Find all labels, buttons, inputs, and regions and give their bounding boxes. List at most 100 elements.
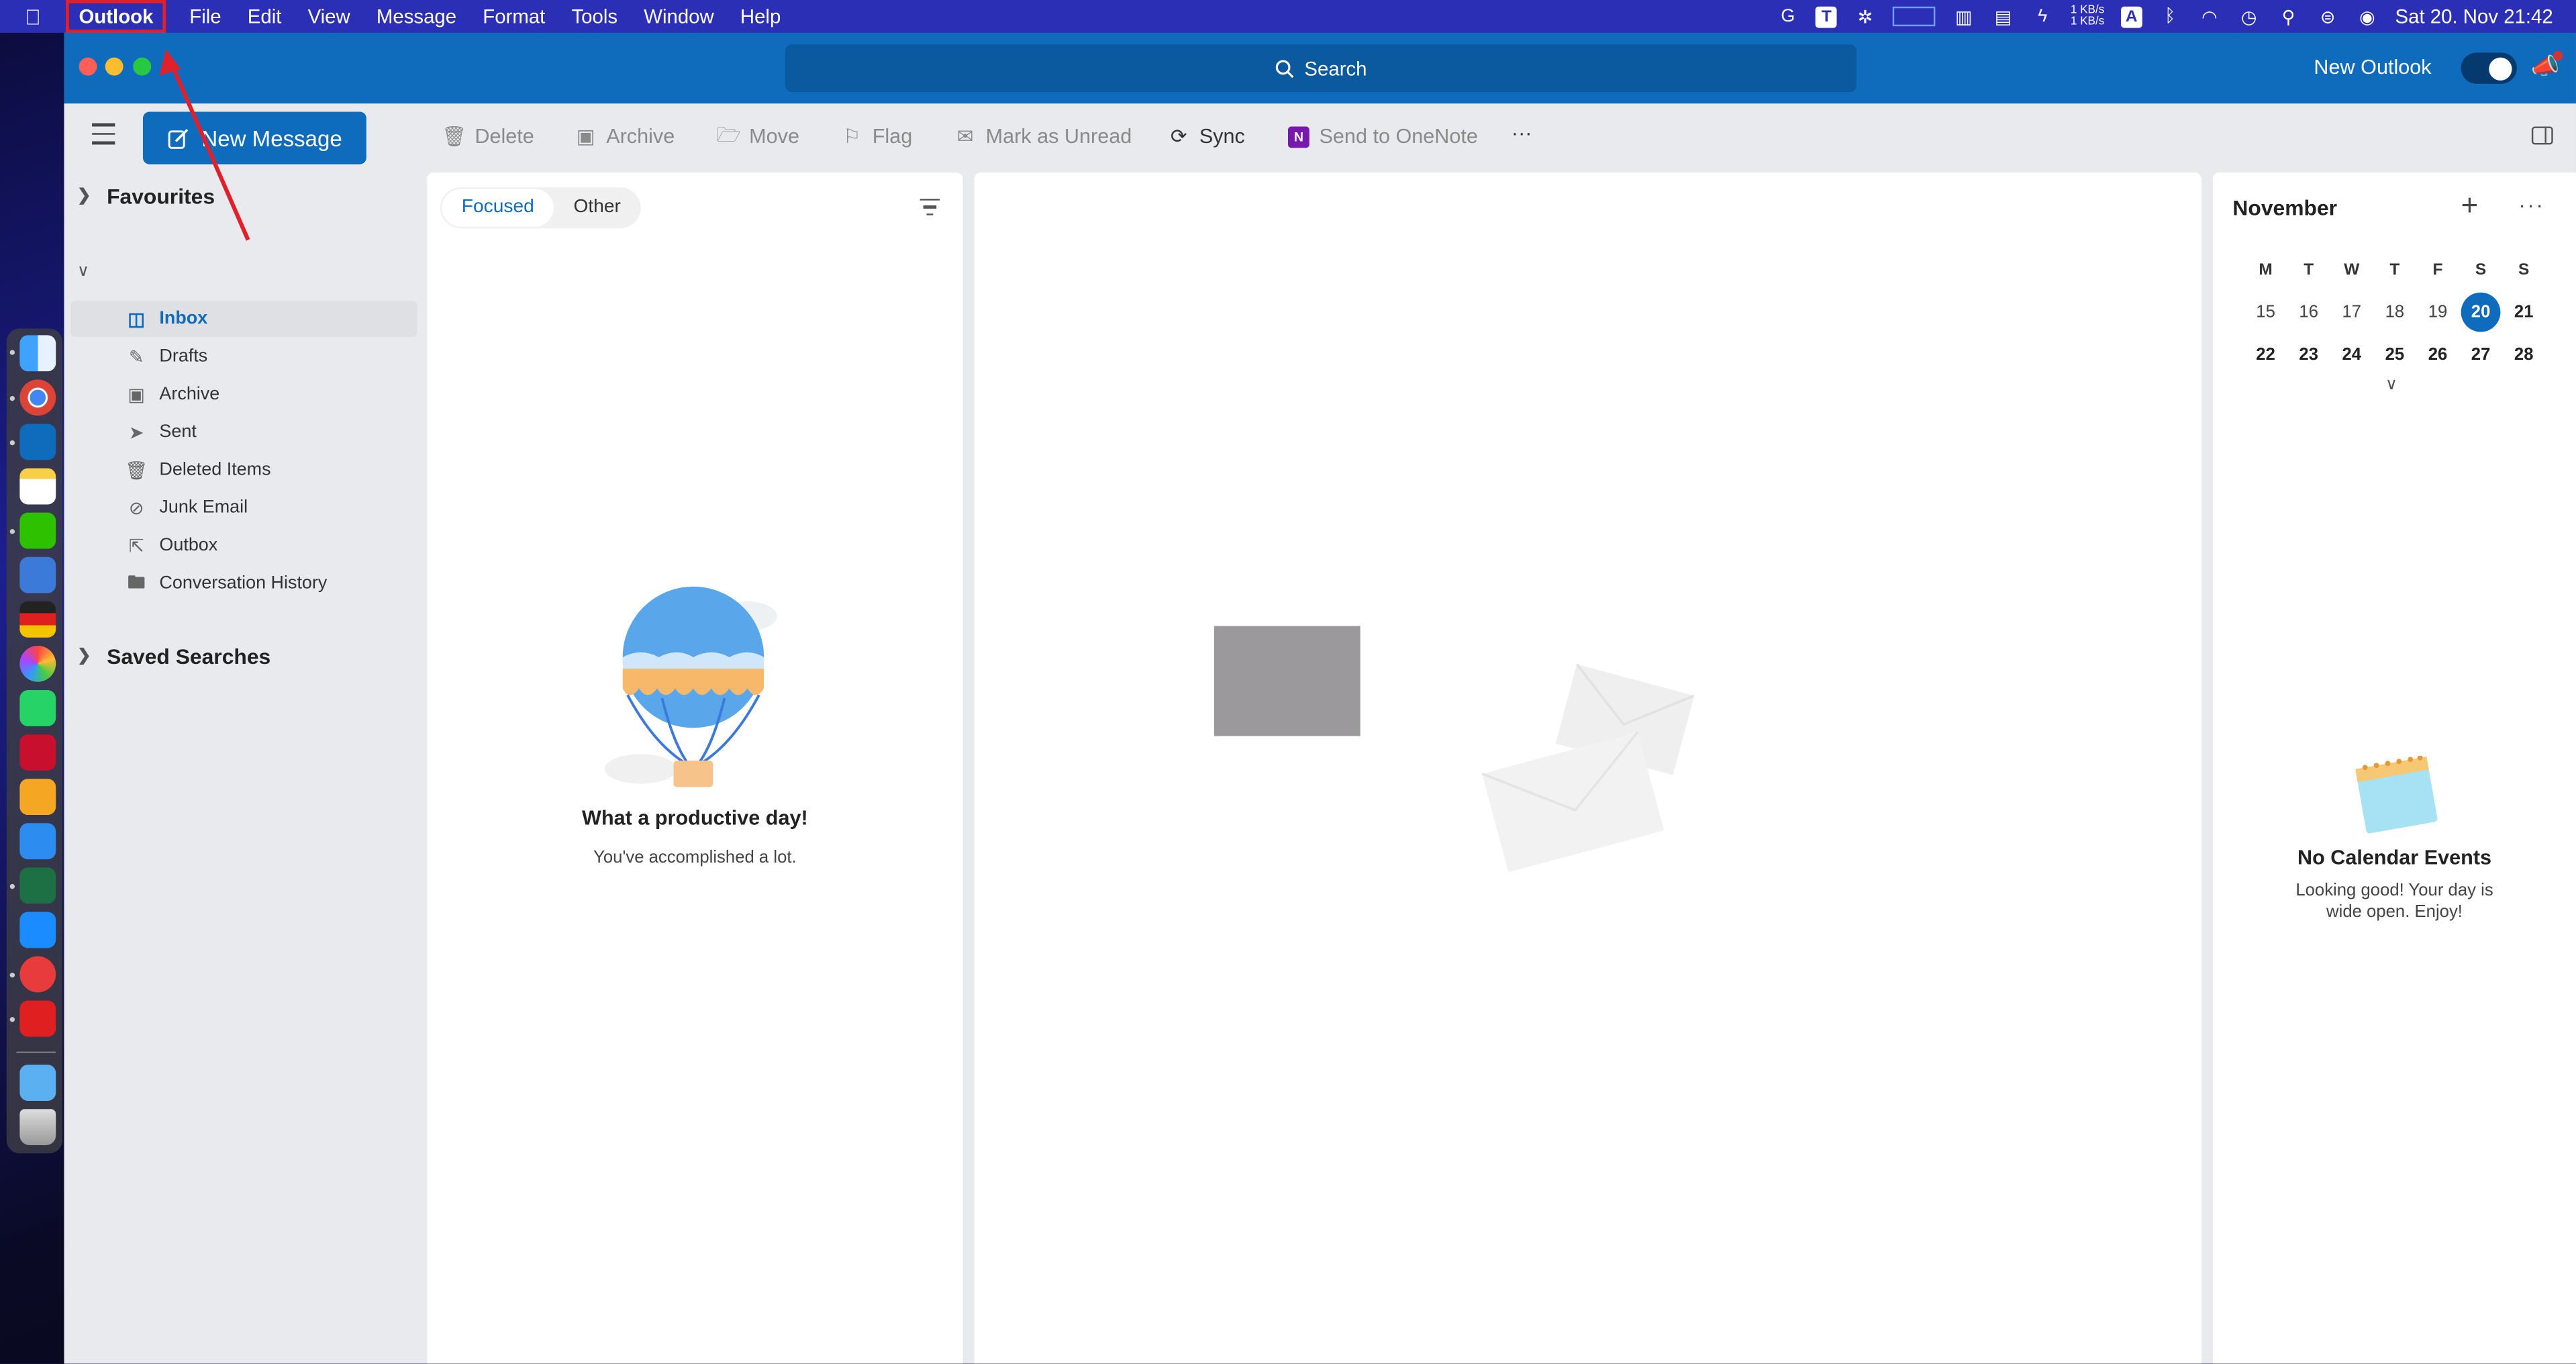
menu-format[interactable]: Format: [470, 5, 558, 28]
app-store-icon[interactable]: [19, 912, 56, 948]
memory-icon[interactable]: ▥: [1952, 7, 1975, 27]
calendar-more-icon[interactable]: ···: [2518, 192, 2544, 217]
folder-inbox[interactable]: ◫ Inbox: [70, 300, 417, 337]
trash-icon: 🗑: [125, 460, 148, 481]
calendar-week-row: 15 16 17 18 19 20 21: [2244, 291, 2563, 334]
wifi-icon[interactable]: ◠: [2198, 7, 2221, 27]
mark-as-unread-button[interactable]: ✉ Mark as Unread: [954, 125, 1132, 148]
tab-other[interactable]: Other: [554, 189, 640, 226]
disk-icon[interactable]: ▤: [1991, 7, 2014, 27]
trash-icon[interactable]: [19, 1109, 56, 1146]
calendar-day[interactable]: 19: [2416, 302, 2459, 322]
weekday-header: T: [2303, 260, 2314, 279]
calendar-day[interactable]: 24: [2330, 345, 2373, 364]
notes-icon[interactable]: [19, 468, 56, 505]
new-outlook-toggle[interactable]: [2461, 52, 2517, 84]
bluetooth-icon[interactable]: ᛒ: [2159, 7, 2181, 26]
calendar-day[interactable]: 27: [2459, 345, 2502, 364]
pdf-app-icon[interactable]: [19, 734, 56, 771]
folder-sent[interactable]: ➤ Sent: [70, 414, 417, 450]
cpu-graph-icon[interactable]: [1893, 6, 1936, 27]
focused-other-pivot: Focused Other: [440, 187, 641, 229]
calendar-day[interactable]: 18: [2373, 302, 2416, 322]
search-bar[interactable]: Search: [785, 44, 1856, 93]
pen-app-icon[interactable]: [19, 823, 56, 860]
new-outlook-label: New Outlook: [2314, 56, 2432, 79]
calendar-day[interactable]: 28: [2502, 345, 2545, 364]
time-machine-icon[interactable]: ◷: [2238, 7, 2261, 27]
weekday-header: M: [2259, 260, 2273, 279]
account-chevron-down-icon[interactable]: ∨: [77, 263, 89, 281]
calendar-day[interactable]: 17: [2330, 302, 2373, 322]
search-icon: [1275, 59, 1294, 77]
folder-label: Outbox: [159, 535, 218, 556]
translator-icon[interactable]: [19, 601, 56, 638]
clock[interactable]: Sat 20. Nov 21:42: [2395, 5, 2553, 28]
bolt-icon[interactable]: ϟ: [2031, 7, 2054, 26]
calendar-day[interactable]: 16: [2287, 302, 2330, 322]
menu-help[interactable]: Help: [727, 5, 794, 28]
calendar-day[interactable]: 26: [2416, 345, 2459, 364]
folder-conversation-history[interactable]: 🖿 Conversation History: [70, 565, 417, 601]
home-icon[interactable]: [19, 779, 56, 816]
folder-junk-email[interactable]: ⊘ Junk Email: [70, 489, 417, 526]
toggle-pane-icon[interactable]: [2531, 126, 2553, 145]
filter-icon[interactable]: [920, 199, 940, 220]
calendar-day[interactable]: 23: [2287, 345, 2330, 364]
running-indicator: [9, 350, 15, 355]
running-indicator: [9, 529, 15, 534]
saved-searches-header[interactable]: ❯ Saved Searches: [77, 644, 270, 669]
control-center-icon[interactable]: ⊜: [2316, 7, 2339, 27]
send-to-onenote-button[interactable]: N Send to OneNote: [1287, 125, 1478, 148]
calendar-day[interactable]: 21: [2502, 302, 2545, 322]
archive-button[interactable]: ▣ Archive: [575, 125, 675, 148]
move-button[interactable]: 🗁 Move: [716, 122, 799, 148]
calendar-month-title: November: [2232, 195, 2338, 220]
message-list-pane: Focused Other What a productive day! You…: [427, 173, 963, 1364]
folder-deleted-items[interactable]: 🗑 Deleted Items: [70, 452, 417, 488]
folder-icon[interactable]: [19, 1065, 56, 1101]
mail-app-icon[interactable]: [19, 956, 56, 993]
menu-message[interactable]: Message: [363, 5, 469, 28]
keyboard-input-icon[interactable]: A: [2120, 5, 2142, 28]
delete-button[interactable]: 🗑 Delete: [442, 125, 534, 148]
grammarly-icon[interactable]: G: [1777, 7, 1799, 26]
calendar-day[interactable]: 25: [2373, 345, 2416, 364]
calendar-day-today[interactable]: 20: [2459, 292, 2502, 332]
mark-unread-label: Mark as Unread: [985, 125, 1132, 148]
archive-label: Archive: [606, 125, 675, 148]
folder-drafts[interactable]: ✎ Drafts: [70, 338, 417, 375]
sync-button[interactable]: ⟳ Sync: [1168, 125, 1245, 148]
tab-focused[interactable]: Focused: [442, 189, 554, 227]
notification-dot: [2553, 50, 2563, 61]
wechat-icon[interactable]: [19, 512, 56, 549]
outlook-icon[interactable]: [19, 424, 56, 460]
sync-icon: ⟳: [1170, 125, 1187, 148]
excel-icon[interactable]: [19, 867, 56, 904]
siri-icon[interactable]: ◉: [2356, 7, 2379, 27]
tool-icon[interactable]: ✲: [1854, 7, 1877, 27]
grammarly-app-icon[interactable]: [19, 1000, 56, 1037]
whatsapp-icon[interactable]: [19, 690, 56, 726]
folder-outbox[interactable]: ⇱ Outbox: [70, 528, 417, 564]
saved-searches-label: Saved Searches: [107, 644, 271, 669]
flag-label: Flag: [872, 125, 913, 148]
calendar-day[interactable]: 15: [2244, 302, 2287, 322]
calendar-day[interactable]: 22: [2244, 345, 2287, 364]
add-event-icon[interactable]: +: [2461, 189, 2479, 223]
folder-archive[interactable]: ▣ Archive: [70, 377, 417, 413]
weekday-header: T: [2389, 260, 2400, 279]
spotlight-icon[interactable]: ⚲: [2277, 7, 2299, 27]
chrome-icon[interactable]: [19, 379, 56, 416]
dictionary-icon[interactable]: [19, 556, 56, 593]
chevron-down-icon[interactable]: ∨: [2385, 377, 2397, 395]
menu-tools[interactable]: Tools: [558, 5, 631, 28]
photos-icon[interactable]: [19, 645, 56, 682]
finder-icon[interactable]: [19, 335, 56, 372]
more-options-button[interactable]: ···: [1512, 121, 1532, 144]
running-indicator: [9, 1017, 15, 1022]
text-badge-icon[interactable]: T: [1816, 5, 1838, 28]
menu-window[interactable]: Window: [631, 5, 728, 28]
feedback-megaphone-icon[interactable]: 📣: [2531, 50, 2563, 81]
flag-button[interactable]: ⚐ Flag: [841, 125, 912, 148]
